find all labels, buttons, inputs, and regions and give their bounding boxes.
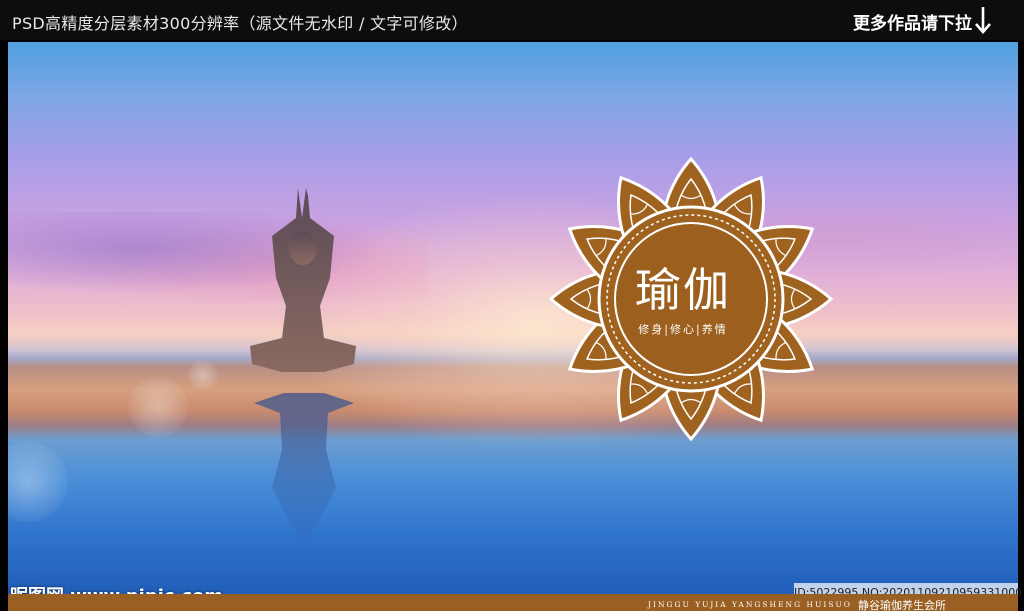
lens-flare [128, 377, 188, 437]
lens-flare [8, 442, 68, 522]
footer-chinese-name: 静谷瑜伽养生会所 [858, 599, 946, 611]
emblem-subtitle: 修身|修心|养情 [638, 323, 728, 336]
banner-title: PSD高精度分层素材300分辨率（源文件无水印 / 文字可修改） [12, 14, 468, 33]
footer-english-name: JINGGU YUJIA YANGSHENG HUISUO [648, 600, 852, 609]
lens-flare [188, 360, 218, 390]
emblem-title: 瑜伽 [635, 263, 731, 317]
top-banner: PSD高精度分层素材300分辨率（源文件无水印 / 文字可修改） 更多作品请下拉 [0, 0, 1024, 40]
meditating-silhouette [250, 188, 356, 538]
arrow-down-icon [975, 7, 991, 34]
yoga-poster-image: 瑜伽 修身|修心|养情 [8, 42, 1018, 602]
more-works-link[interactable]: 更多作品请下拉 [853, 9, 972, 34]
footer-brand-bar: JINGGU YUJIA YANGSHENG HUISUO 静谷瑜伽养生会所 [8, 594, 1018, 611]
